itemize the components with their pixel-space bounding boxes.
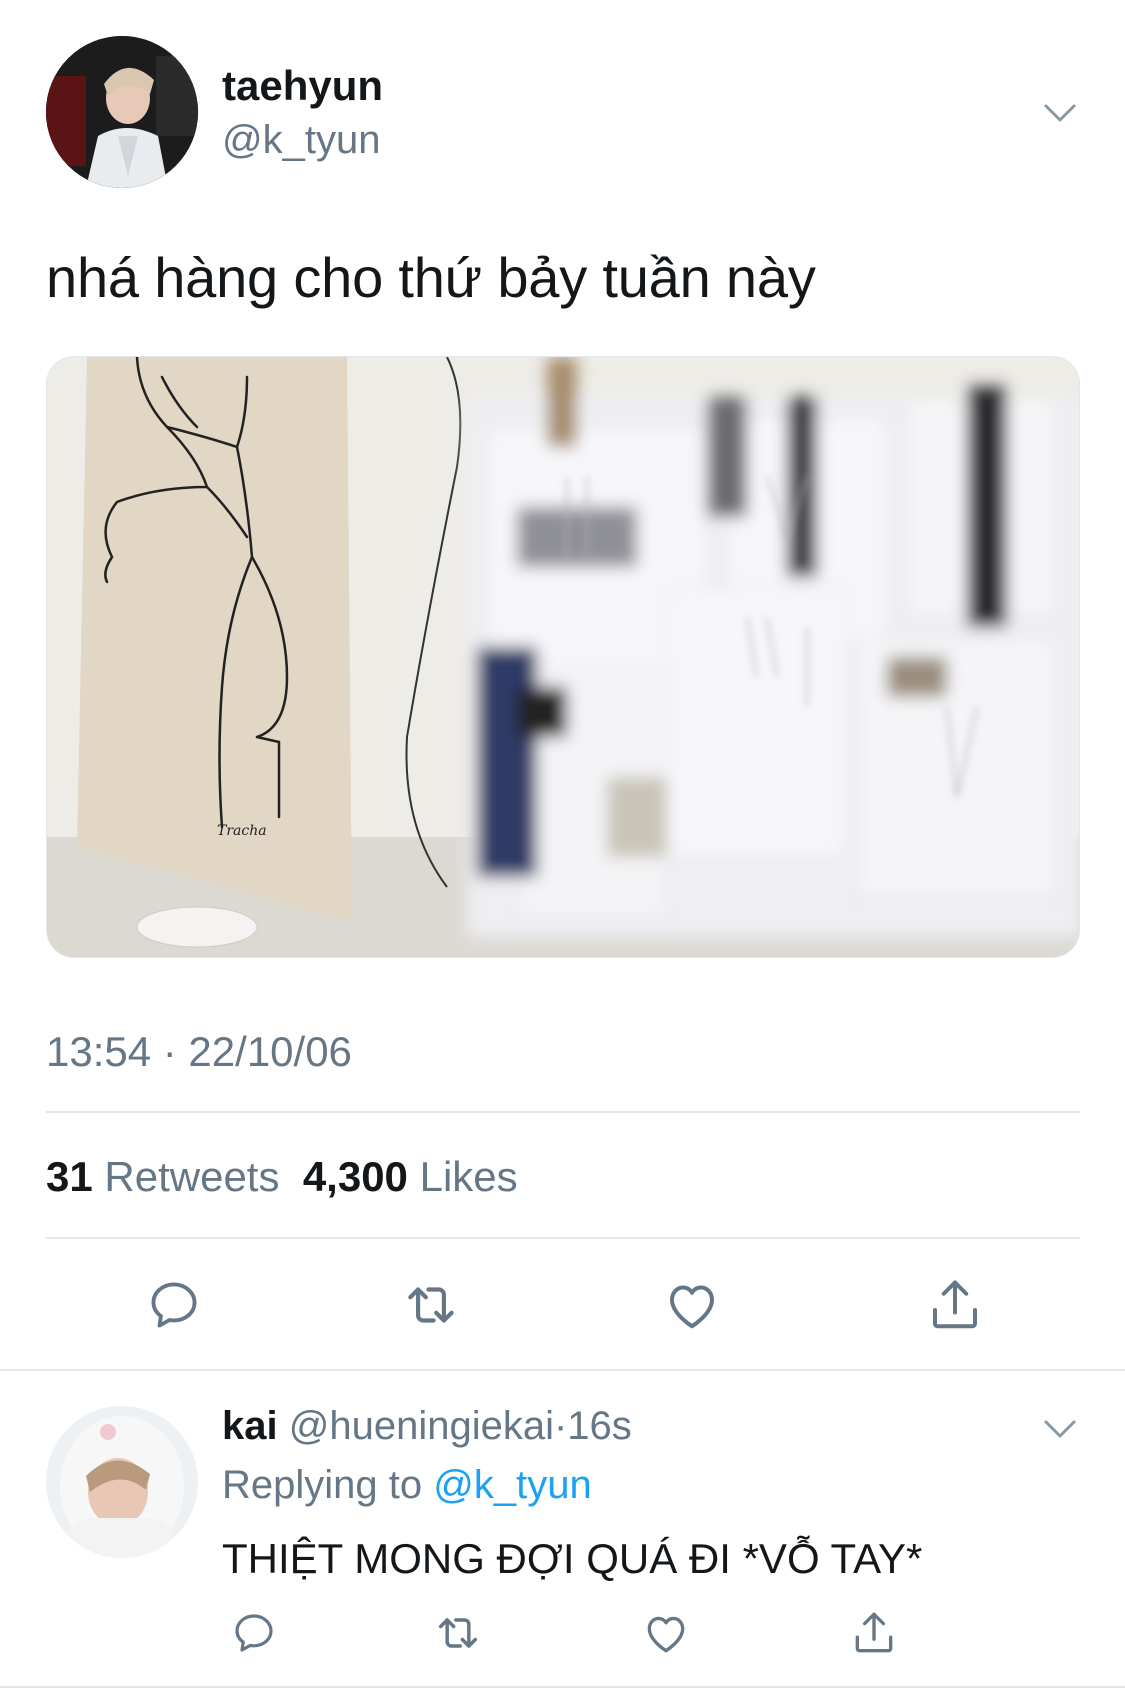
tweet-stats: 31 Retweets 4,300 Likes xyxy=(46,1153,518,1201)
reply-age[interactable]: 16s xyxy=(567,1404,632,1448)
author-display-name[interactable]: taehyun xyxy=(222,62,383,110)
reply-button[interactable] xyxy=(139,1270,209,1340)
reply-separator: · xyxy=(553,1404,568,1448)
reply-handle[interactable]: @hueningiekai xyxy=(289,1404,554,1448)
author-handle[interactable]: @k_tyun xyxy=(222,118,380,163)
heart-icon xyxy=(647,1616,685,1653)
replying-label: Replying to xyxy=(222,1463,423,1507)
chevron-down-icon[interactable] xyxy=(1040,1414,1080,1444)
retweet-icon xyxy=(408,1287,454,1323)
like-button[interactable] xyxy=(657,1270,727,1340)
svg-text:Tracha: Tracha xyxy=(217,823,267,839)
likes-label[interactable]: Likes xyxy=(420,1153,518,1200)
reply-display-name[interactable]: kai xyxy=(222,1404,278,1448)
retweet-icon xyxy=(438,1618,478,1648)
replying-handle-link[interactable]: @k_tyun xyxy=(433,1463,591,1507)
bottom-divider xyxy=(0,1686,1125,1688)
tweet-media-image[interactable]: Tracha xyxy=(46,356,1080,958)
likes-count[interactable]: 4,300 xyxy=(303,1153,408,1200)
divider xyxy=(46,1237,1080,1239)
reply-author-avatar[interactable] xyxy=(46,1406,198,1558)
reply-header: kai @hueningiekai·16s xyxy=(222,1404,632,1449)
tweet-text: nhá hàng cho thứ bảy tuần này xyxy=(46,246,816,309)
retweet-button[interactable] xyxy=(396,1270,466,1340)
chevron-down-icon[interactable] xyxy=(1040,98,1080,128)
retweets-label[interactable]: Retweets xyxy=(104,1153,279,1200)
share-button[interactable] xyxy=(920,1270,990,1340)
tweet-timestamp[interactable]: 13:54 · 22/10/06 xyxy=(46,1028,352,1076)
replying-to: Replying to @k_tyun xyxy=(222,1463,592,1508)
reply-icon xyxy=(151,1282,197,1328)
reply-retweet-button[interactable] xyxy=(428,1603,488,1663)
retweets-count[interactable]: 31 xyxy=(46,1153,93,1200)
reply-share-button[interactable] xyxy=(844,1603,904,1663)
reply-icon xyxy=(235,1614,273,1652)
share-icon xyxy=(855,1612,893,1653)
share-icon xyxy=(933,1280,977,1329)
reply-reply-button[interactable] xyxy=(224,1603,284,1663)
reply-text: THIỆT MONG ĐỢI QUÁ ĐI *VỖ TAY* xyxy=(222,1535,923,1582)
reply-like-button[interactable] xyxy=(636,1603,696,1663)
section-divider xyxy=(0,1369,1125,1371)
author-avatar[interactable] xyxy=(46,36,198,188)
divider xyxy=(46,1111,1080,1113)
heart-icon xyxy=(670,1285,714,1329)
